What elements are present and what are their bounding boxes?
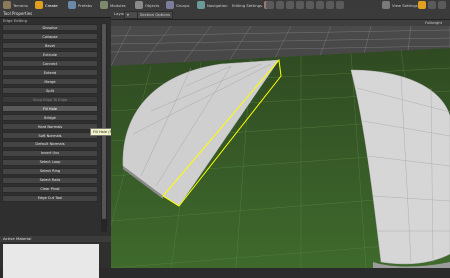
- toolbar-groups[interactable]: Groups: [166, 1, 190, 9]
- toolbar-navigation[interactable]: Navigation: [197, 1, 227, 9]
- layout-dropdown[interactable]: ▾: [124, 11, 138, 19]
- tool-button-merge[interactable]: Merge: [2, 77, 98, 86]
- toolbar-objects[interactable]: Objects: [135, 1, 159, 9]
- tool-button-bridge[interactable]: Bridge: [2, 113, 98, 122]
- module-icon: [100, 1, 108, 9]
- toolbar-prefabs[interactable]: Prefabs: [68, 1, 92, 9]
- light-icon[interactable]: [326, 1, 334, 9]
- tool-button-collapse[interactable]: Collapse: [2, 32, 98, 41]
- viewport-header: Layout ▾ Section Options: [111, 10, 450, 20]
- toolbar-view-settings[interactable]: View Settings: [382, 1, 418, 9]
- scene-viewport[interactable]: [111, 26, 450, 268]
- tool-button-default-normals[interactable]: Default Normals: [2, 140, 98, 149]
- toolbar-right-icons: [418, 1, 446, 9]
- settings-icon[interactable]: [438, 1, 446, 9]
- section-options-dropdown[interactable]: Section Options: [137, 11, 173, 19]
- terrain-icon: [3, 1, 11, 9]
- object-icon: [135, 1, 143, 9]
- group-icon: [166, 1, 174, 9]
- scrollbar-thumb[interactable]: [102, 24, 106, 219]
- move-icon[interactable]: [266, 1, 274, 9]
- toolbar-terrains[interactable]: Terrains: [3, 1, 28, 9]
- tool-button-soft-normals[interactable]: Soft Normals: [2, 131, 98, 140]
- grid-icon[interactable]: [306, 1, 314, 9]
- tool-button-edge-cut-tool[interactable]: Edge Cut Tool: [2, 194, 98, 203]
- tool-button-extrude[interactable]: Extrude: [2, 50, 98, 59]
- view-settings-icon: [382, 1, 390, 9]
- render-icon[interactable]: [336, 1, 344, 9]
- create-icon: [35, 1, 43, 9]
- play-icon[interactable]: [418, 1, 426, 9]
- tool-button-split[interactable]: Split: [2, 86, 98, 95]
- toolbar-modules[interactable]: Modules: [100, 1, 126, 9]
- toolbar-create[interactable]: Create: [35, 1, 58, 9]
- tool-button-select-ring[interactable]: Select Ring: [2, 167, 98, 176]
- material-swatch[interactable]: [3, 244, 99, 278]
- navigation-icon: [197, 1, 205, 9]
- camera-icon[interactable]: [316, 1, 324, 9]
- tool-button-list: Dissolve Collapse Bevel Extrude Connect Exten…: [2, 24, 98, 204]
- tool-button-hard-normals[interactable]: Hard Normals: [2, 122, 98, 131]
- prefab-icon: [68, 1, 76, 9]
- tool-button-select-rails[interactable]: Select Rails: [2, 176, 98, 185]
- tool-button-extend[interactable]: Extend: [2, 68, 98, 77]
- tool-button-fill-hole[interactable]: Fill Hole: [2, 104, 98, 113]
- toolbar-icon-group: [266, 1, 344, 9]
- tool-properties-panel: Tool Properties Edge Editing Dissolve Col…: [0, 10, 112, 278]
- tool-button-invert-uvs[interactable]: Invert Uvs: [2, 149, 98, 158]
- panel-title: Tool Properties: [0, 10, 111, 18]
- tool-button-clear-pivot[interactable]: Clear Pivot: [2, 185, 98, 194]
- tool-button-bevel[interactable]: Bevel: [2, 41, 98, 50]
- snap-icon[interactable]: [296, 1, 304, 9]
- scale-icon[interactable]: [286, 1, 294, 9]
- tool-button-select-loop[interactable]: Select Loop: [2, 158, 98, 167]
- active-material-title: Active Material: [0, 236, 111, 242]
- tool-button-dissolve[interactable]: Dissolve: [2, 24, 98, 32]
- tool-button-snap-edge-to-edge: Snap Edge To Edge: [2, 95, 98, 104]
- pause-icon[interactable]: [428, 1, 436, 9]
- tool-button-connect[interactable]: Connect: [2, 59, 98, 68]
- rotate-icon[interactable]: [276, 1, 284, 9]
